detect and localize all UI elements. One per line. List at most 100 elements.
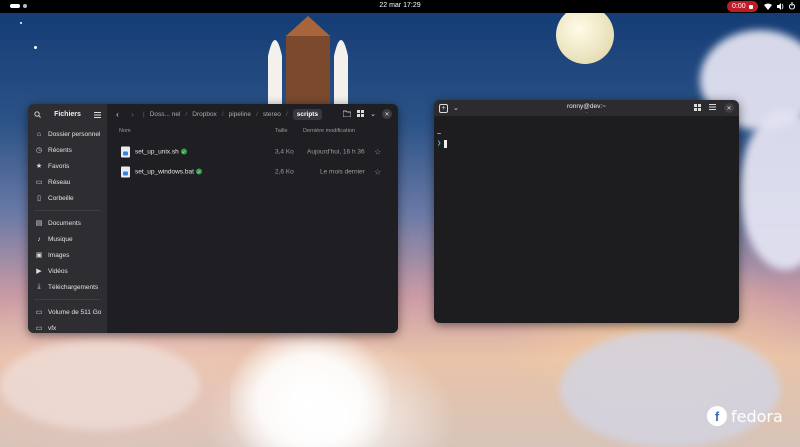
document-icon: ▤ [35,220,43,227]
star [34,46,37,49]
music-icon: ♪ [37,235,41,243]
script-file-icon [121,146,130,158]
sidebar-item-label: Récents [48,146,72,154]
chevron-down-icon[interactable]: ⌄ [370,110,376,118]
forward-arrow-icon[interactable]: › [128,110,137,119]
column-headers: Nom Taille Dernière modification [107,124,398,138]
sidebar-item-home[interactable]: ⌂ Dossier personnel [28,126,107,142]
column-name[interactable]: Nom [119,128,131,134]
download-icon: ⤓ [37,283,41,290]
text-cursor [444,139,448,148]
breadcrumb-item[interactable]: Dropbox [192,111,217,118]
file-size: 2,6 Ko [275,168,294,176]
clock[interactable]: 22 mar 17:29 [0,2,800,9]
sidebar-item-label: Corbeille [48,194,74,202]
close-icon[interactable]: ✕ [382,109,392,119]
synced-check-icon: ✓ [195,168,202,175]
system-menu[interactable] [764,2,795,10]
sidebar-item-label: Documents [48,219,81,227]
recording-time: 0:00 [732,3,746,10]
fedora-logo-icon: f [707,406,727,426]
terminal-headerbar: + ⌄ ronny@dev:~ ~ ✕ [434,100,739,116]
fedora-logo: f fedora [707,406,783,426]
folder-menu-icon[interactable] [342,110,352,119]
clock-icon: ◷ [35,147,43,154]
trash-icon: ▯ [37,195,41,202]
star-icon[interactable]: ☆ [374,148,381,157]
top-bar: 22 mar 17:29 0:00 [0,0,800,13]
sidebar-divider [34,299,101,300]
drive-icon: ▭ [35,309,43,316]
files-content: ‹ › | Doss... nel / Dropbox / pipeline /… [107,104,398,333]
sidebar-item-pictures[interactable]: ▣ Images [28,247,107,263]
script-file-icon [121,166,130,178]
table-row[interactable]: set_up_unix.sh ✓ 3,4 Ko Aujourd'hui, 16 h… [107,142,398,162]
close-icon[interactable]: ✕ [724,103,734,113]
table-row[interactable]: set_up_windows.bat ✓ 2,6 Ko Le mois derni… [107,162,398,182]
hamburger-menu-icon[interactable] [709,104,716,112]
sidebar-item-downloads[interactable]: ⤓ Téléchargements [28,279,107,295]
sidebar-item-starred[interactable]: ★ Favoris [28,158,107,174]
tab-overview-icon[interactable] [694,103,701,113]
prompt-symbol: ❯ [437,139,442,147]
file-name: set_up_unix.sh [135,148,179,156]
terminal-line: ~ [437,130,442,138]
file-modified: Le mois dernier [320,168,365,176]
network-icon: ▭ [35,179,43,186]
sidebar-item-label: Images [48,251,70,259]
sidebar-item-volume[interactable]: ▭ Volume de 511 Go [28,304,107,320]
file-name: set_up_windows.bat [135,168,194,176]
launch-smoke [230,330,390,447]
home-icon: ⌂ [36,130,42,138]
column-size[interactable]: Taille [275,128,288,134]
sidebar-item-network[interactable]: ▭ Réseau [28,174,107,190]
sidebar-item-label: Volume de 511 Go [48,308,102,316]
star [20,22,22,24]
breadcrumb: | Doss... nel / Dropbox / pipeline / ste… [143,108,337,120]
sidebar-header: Fichiers [28,104,107,124]
files-sidebar: Fichiers ⌂ Dossier personnel ◷ Récents ★ Fa… [28,104,107,333]
sidebar-item-label: Vidéos [48,267,68,275]
files-window[interactable]: Fichiers ⌂ Dossier personnel ◷ Récents ★ Fa… [28,104,398,333]
sidebar-item-label: Favoris [48,162,70,170]
sidebar-divider [34,210,101,211]
file-size: 3,4 Ko [275,148,294,156]
sidebar-item-music[interactable]: ♪ Musique [28,231,107,247]
breadcrumb-item[interactable]: stereo [263,111,281,118]
moon [556,6,614,64]
screen-recording-indicator[interactable]: 0:00 [727,1,758,12]
sidebar-item-vfx[interactable]: ▭ vfx [28,320,107,333]
image-icon: ▣ [35,252,43,259]
terminal-output[interactable]: ~ ❯ [434,116,739,162]
wifi-icon [764,3,772,10]
sidebar-item-documents[interactable]: ▤ Documents [28,215,107,231]
file-modified: Aujourd'hui, 16 h 36 [307,148,365,156]
sidebar-item-label: vfx [48,324,57,332]
view-grid-icon[interactable] [357,109,365,119]
breadcrumb-current[interactable]: scripts [292,108,323,120]
power-icon [789,2,795,10]
sidebar-item-trash[interactable]: ▯ Corbeille [28,190,107,206]
terminal-window[interactable]: + ⌄ ronny@dev:~ ~ ✕ ~ ❯ [434,100,739,323]
sidebar-item-label: Téléchargements [48,283,99,291]
star-icon: ★ [35,163,43,170]
volume-icon [777,2,784,10]
sidebar-item-recent[interactable]: ◷ Récents [28,142,107,158]
breadcrumb-item[interactable]: pipeline [229,111,251,118]
sidebar-item-label: Dossier personnel [48,130,101,138]
terminal-prompt-line: ❯ [437,139,736,148]
sidebar-item-videos[interactable]: ▶ Vidéos [28,263,107,279]
files-headerbar: ‹ › | Doss... nel / Dropbox / pipeline /… [107,104,398,124]
rocket-illustration [268,16,348,112]
sidebar-item-label: Musique [48,235,73,243]
column-modified[interactable]: Dernière modification [303,128,355,134]
drive-icon: ▭ [35,325,43,332]
hamburger-menu-icon[interactable] [94,105,101,123]
fedora-logo-text: fedora [731,406,783,426]
stop-icon [748,4,753,9]
synced-check-icon: ✓ [180,148,187,155]
back-arrow-icon[interactable]: ‹ [113,110,122,119]
video-icon: ▶ [36,268,42,275]
star-icon[interactable]: ☆ [374,168,381,177]
breadcrumb-item[interactable]: Doss... nel [150,111,181,118]
